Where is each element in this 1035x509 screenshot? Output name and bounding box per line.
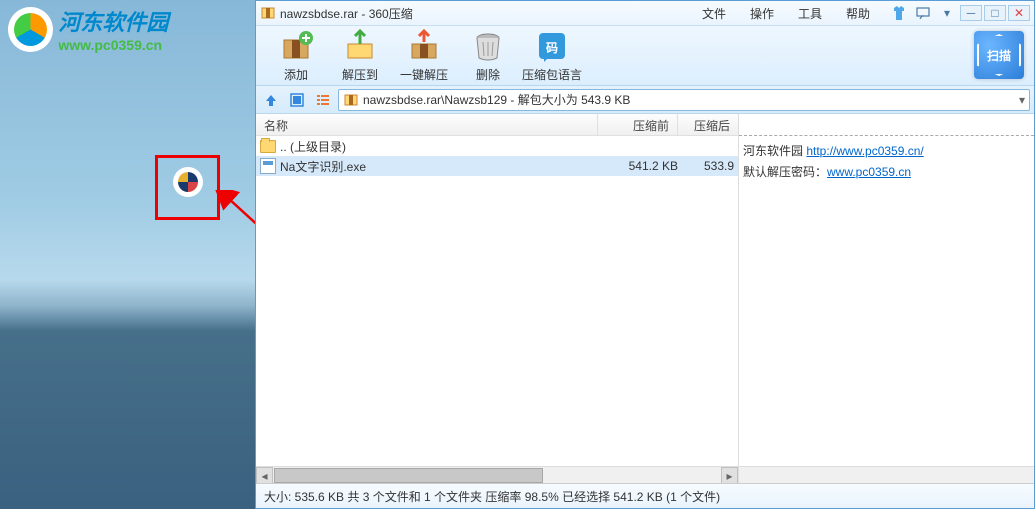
scroll-left-icon[interactable]: ◂ xyxy=(256,467,273,484)
col-before[interactable]: 压缩前 xyxy=(598,114,678,135)
info-line-1: 河东软件园 http://www.pc0359.cn/ xyxy=(743,142,1030,159)
menu-tools[interactable]: 工具 xyxy=(786,5,834,22)
feedback-button[interactable] xyxy=(912,5,934,21)
row-post: 533.9 xyxy=(678,159,734,173)
tool-add-label: 添加 xyxy=(284,66,308,83)
watermark-text-cn: 河东软件园 xyxy=(58,5,168,37)
tool-quick-extract-label: 一键解压 xyxy=(400,66,448,83)
exe-icon xyxy=(260,158,276,174)
desktop-background: 河东软件园 www.pc0359.cn xyxy=(0,0,255,509)
file-list: 名称 压缩前 压缩后 .. (上级目录) Na文字识别.exe 541.2 KB… xyxy=(256,114,739,483)
col-name[interactable]: 名称 xyxy=(256,114,598,135)
scroll-thumb[interactable] xyxy=(274,468,543,483)
status-text: 大小: 535.6 KB 共 3 个文件和 1 个文件夹 压缩率 98.5% 已… xyxy=(264,488,720,505)
info-line-2: 默认解压密码：www.pc0359.cn xyxy=(743,163,1030,180)
path-dropdown-icon[interactable]: ▾ xyxy=(1019,93,1025,107)
add-icon xyxy=(278,28,314,64)
maximize-button[interactable]: □ xyxy=(984,5,1006,21)
info-link-1[interactable]: http://www.pc0359.cn/ xyxy=(806,144,923,158)
path-text: nawzsbdse.rar\Nawzsb129 - 解包大小为 543.9 KB xyxy=(363,91,1015,108)
address-bar: nawzsbdse.rar\Nawzsb129 - 解包大小为 543.9 KB… xyxy=(256,86,1034,114)
row-parent-dir[interactable]: .. (上级目录) xyxy=(256,136,738,156)
row-name: Na文字识别.exe xyxy=(280,158,602,175)
col-after[interactable]: 压缩后 xyxy=(678,114,738,135)
info-prefix: 默认解压密码： xyxy=(743,165,827,179)
row-name: .. (上级目录) xyxy=(280,138,602,155)
extract-to-icon xyxy=(342,28,378,64)
tool-extract-to[interactable]: 解压到 xyxy=(328,28,392,83)
menu-operate[interactable]: 操作 xyxy=(738,5,786,22)
menu-file[interactable]: 文件 xyxy=(690,5,738,22)
tool-extract-to-label: 解压到 xyxy=(342,66,378,83)
side-h-scrollbar[interactable] xyxy=(739,466,1034,483)
h-scrollbar[interactable]: ◂ ▸ xyxy=(256,466,738,483)
scan-button[interactable]: 扫描 xyxy=(974,31,1024,79)
scroll-right-icon[interactable]: ▸ xyxy=(721,467,738,484)
scroll-track[interactable] xyxy=(273,467,721,483)
row-pre: 541.2 KB xyxy=(602,159,678,173)
archive-icon xyxy=(343,92,359,108)
minimize-button[interactable]: ─ xyxy=(960,5,982,21)
desktop-app-icon[interactable] xyxy=(173,167,203,197)
tool-language-label: 压缩包语言 xyxy=(522,66,582,83)
folder-icon xyxy=(260,140,276,153)
watermark-logo: 河东软件园 www.pc0359.cn xyxy=(8,5,168,53)
quick-extract-icon xyxy=(406,28,442,64)
app-icon xyxy=(260,5,276,21)
tool-add[interactable]: 添加 xyxy=(264,28,328,83)
statusbar: 大小: 535.6 KB 共 3 个文件和 1 个文件夹 压缩率 98.5% 已… xyxy=(256,484,1034,508)
info-prefix: 河东软件园 xyxy=(743,144,806,158)
view-list-button[interactable] xyxy=(312,89,334,111)
close-button[interactable]: ✕ xyxy=(1008,5,1030,21)
watermark-logo-icon xyxy=(8,7,53,52)
tool-delete-label: 删除 xyxy=(476,66,500,83)
view-icons-button[interactable] xyxy=(286,89,308,111)
nav-up-button[interactable] xyxy=(260,89,282,111)
titlebar[interactable]: nawzsbdse.rar - 360压缩 文件 操作 工具 帮助 ▾ ─ □ … xyxy=(256,1,1034,26)
side-panel: 河东软件园 http://www.pc0359.cn/ 默认解压密码：www.p… xyxy=(739,114,1034,483)
path-field[interactable]: nawzsbdse.rar\Nawzsb129 - 解包大小为 543.9 KB… xyxy=(338,89,1030,111)
window-title: nawzsbdse.rar - 360压缩 xyxy=(280,5,413,22)
watermark-text-en: www.pc0359.cn xyxy=(58,37,168,53)
skin-button[interactable] xyxy=(888,5,910,21)
content-area: 名称 压缩前 压缩后 .. (上级目录) Na文字识别.exe 541.2 KB… xyxy=(256,114,1034,484)
column-headers: 名称 压缩前 压缩后 xyxy=(256,114,738,136)
file-rows[interactable]: .. (上级目录) Na文字识别.exe 541.2 KB 533.9 xyxy=(256,136,738,466)
delete-icon xyxy=(470,28,506,64)
menu-help[interactable]: 帮助 xyxy=(834,5,882,22)
tool-language[interactable]: 码 压缩包语言 xyxy=(520,28,584,83)
dropdown-button[interactable]: ▾ xyxy=(936,5,958,21)
row-file-exe[interactable]: Na文字识别.exe 541.2 KB 533.9 xyxy=(256,156,738,176)
side-panel-body: 河东软件园 http://www.pc0359.cn/ 默认解压密码：www.p… xyxy=(739,136,1034,466)
toolbar: 添加 解压到 一键解压 删除 码 压缩包语言 扫描 xyxy=(256,26,1034,86)
language-icon: 码 xyxy=(534,28,570,64)
svg-text:码: 码 xyxy=(546,41,558,55)
info-link-2[interactable]: www.pc0359.cn xyxy=(827,165,911,179)
tool-quick-extract[interactable]: 一键解压 xyxy=(392,28,456,83)
archive-window: nawzsbdse.rar - 360压缩 文件 操作 工具 帮助 ▾ ─ □ … xyxy=(255,0,1035,509)
side-panel-header xyxy=(739,114,1034,136)
tool-delete[interactable]: 删除 xyxy=(456,28,520,83)
scan-label: 扫描 xyxy=(987,47,1011,64)
